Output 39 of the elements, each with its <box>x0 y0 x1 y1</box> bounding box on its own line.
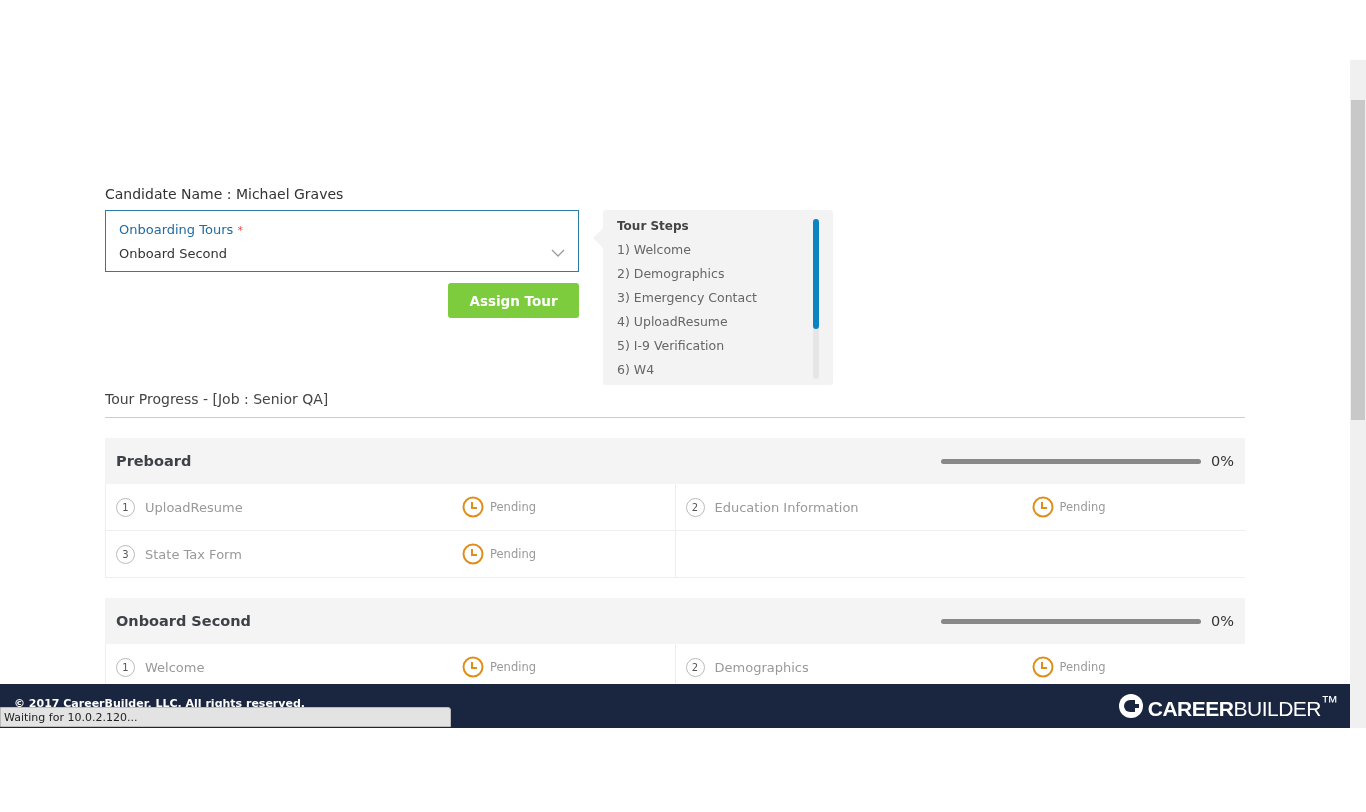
field-label: Onboarding Tours <box>119 221 234 237</box>
step-status: Pending <box>1059 660 1106 674</box>
tour-step: 5) I-9 Verification <box>617 334 757 358</box>
candidate-name: Candidate Name : Michael Graves <box>105 186 345 202</box>
scrollbar[interactable] <box>813 219 819 379</box>
tour-step: 6) W4 <box>617 358 757 382</box>
section-title: Onboard Second <box>116 613 252 629</box>
step-status: Pending <box>490 660 536 674</box>
scrollbar[interactable] <box>1350 60 1366 728</box>
clock-icon <box>1031 656 1054 678</box>
clock-icon <box>462 496 484 518</box>
step-name: Welcome <box>145 659 206 675</box>
tour-step: 4) UploadResume <box>617 310 757 334</box>
required-mark: * <box>237 223 243 237</box>
panel-title: Tour Steps <box>617 219 690 233</box>
progress-percent: 0% <box>1211 613 1234 629</box>
tour-step: 1) Welcome <box>617 238 757 262</box>
progress-percent: 0% <box>1211 453 1234 469</box>
clock-icon <box>1031 496 1054 518</box>
step-status: Pending <box>490 500 536 514</box>
step-name: State Tax Form <box>145 546 243 562</box>
clock-icon <box>462 656 484 678</box>
logo-wordmark: CAREERBUILDER$^{™}$ <box>1147 691 1338 721</box>
step-status: Pending <box>1059 500 1106 514</box>
status-tooltip: Waiting for 10.0.2.120... <box>0 707 451 727</box>
selected-value: Onboard Second <box>119 245 227 261</box>
copyright-text: © 2017 CareerBuilder, LLC. All rights reserved. <box>14 697 305 710</box>
section-heading: Tour Progress - [Job : Senior QA] <box>105 391 330 407</box>
step-name: Demographics <box>714 659 810 675</box>
tour-step: 3) Emergency Contact <box>617 286 757 310</box>
chevron-down-icon <box>551 249 565 257</box>
tour-step: 2) Demographics <box>617 262 757 286</box>
clock-icon <box>462 543 484 565</box>
step-name: UploadResume <box>145 499 244 515</box>
step-status: Pending <box>490 547 536 561</box>
logo-icon <box>1117 693 1144 719</box>
section-title: Preboard <box>116 453 193 469</box>
tour-dropdown[interactable]: Onboarding Tours * Onboard Second <box>105 210 579 272</box>
step-name: Education Information <box>714 499 860 515</box>
